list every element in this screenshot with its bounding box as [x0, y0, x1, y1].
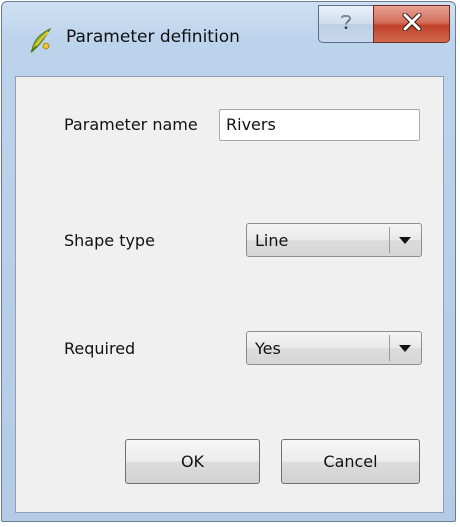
dialog-window: Parameter definition Parameter name Rive…: [1, 1, 456, 522]
question-mark-icon: [339, 13, 353, 36]
dropdown-separator: [389, 227, 390, 253]
dropdown-separator: [389, 335, 390, 361]
required-value: Yes: [255, 339, 281, 358]
chevron-down-icon: [399, 237, 411, 244]
parameter-name-input[interactable]: Rivers: [219, 109, 420, 141]
cancel-button[interactable]: Cancel: [281, 439, 420, 484]
ok-button[interactable]: OK: [125, 439, 260, 484]
shape-type-dropdown[interactable]: Line: [246, 223, 422, 257]
help-button[interactable]: [318, 5, 374, 43]
close-x-icon: [402, 12, 422, 36]
parameter-name-label: Parameter name: [64, 115, 198, 134]
qgis-icon: [28, 26, 54, 54]
title-bar[interactable]: Parameter definition: [2, 2, 455, 77]
shape-type-label: Shape type: [64, 231, 155, 250]
required-label: Required: [64, 339, 136, 358]
close-button[interactable]: [373, 5, 450, 43]
window-title: Parameter definition: [66, 27, 240, 47]
required-dropdown[interactable]: Yes: [246, 331, 422, 365]
shape-type-value: Line: [255, 231, 289, 250]
caption-buttons: [318, 5, 450, 43]
dialog-content: Parameter name Rivers Shape type Line Re…: [15, 76, 444, 513]
chevron-down-icon: [399, 345, 411, 352]
